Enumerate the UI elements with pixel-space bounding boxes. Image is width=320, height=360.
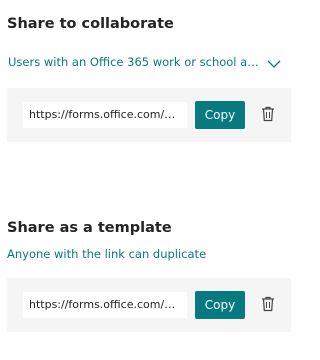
copy-template-link-button[interactable]: Copy [195,291,245,319]
share-template-subtitle: Anyone with the link can duplicate [7,247,207,261]
trash-icon [261,106,275,125]
share-collaborate-title: Share to collaborate [7,16,174,32]
share-template-title: Share as a template [7,220,172,236]
audience-selected-value: Users with an Office 365 work or school … [8,55,260,69]
collaborate-link-field[interactable] [23,102,187,128]
template-link-panel: Copy [7,278,291,332]
delete-template-link-button[interactable] [259,295,277,315]
chevron-down-icon [266,56,282,70]
copy-collaborate-link-button[interactable]: Copy [195,101,245,129]
audience-dropdown[interactable]: Users with an Office 365 work or school … [0,48,291,78]
trash-icon [261,296,275,315]
template-link-field[interactable] [23,292,187,318]
delete-collaborate-link-button[interactable] [259,105,277,125]
collaborate-link-panel: Copy [7,88,291,142]
share-panel: Share to collaborate Users with an Offic… [0,0,291,360]
